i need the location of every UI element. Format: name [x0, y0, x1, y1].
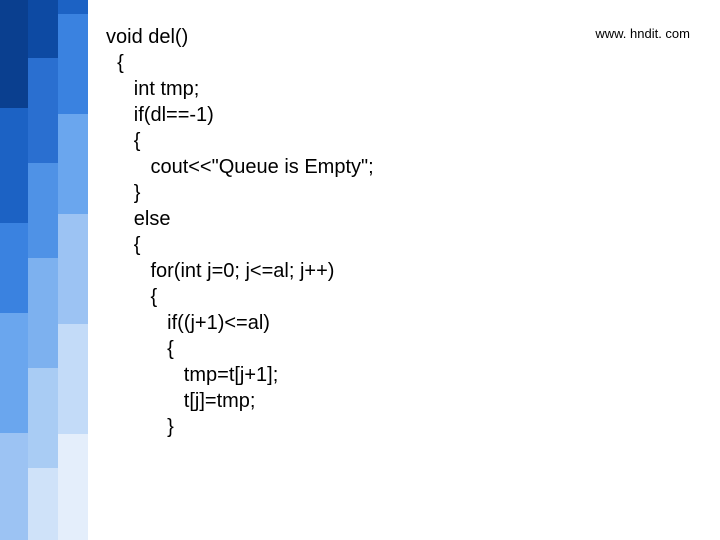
decor-block: [28, 468, 58, 540]
decor-block: [58, 434, 88, 540]
decor-block: [0, 223, 28, 313]
decor-block: [0, 108, 28, 223]
decor-block: [58, 214, 88, 324]
code-line: cout<<"Queue is Empty";: [106, 156, 374, 178]
code-block: void del() { int tmp; if(dl==-1) { cout<…: [106, 24, 374, 440]
code-line: {: [106, 130, 140, 152]
code-line: {: [106, 286, 157, 308]
decor-block: [28, 368, 58, 468]
decor-block: [58, 0, 88, 14]
code-line: if(dl==-1): [106, 104, 214, 126]
code-line: }: [106, 416, 174, 438]
decor-block: [0, 313, 28, 433]
code-line: {: [106, 338, 174, 360]
code-line: {: [106, 52, 124, 74]
code-line: tmp=t[j+1];: [106, 364, 278, 386]
decor-block: [58, 14, 88, 114]
decor-block: [28, 0, 58, 58]
decor-block: [28, 163, 58, 258]
decor-block: [58, 114, 88, 214]
watermark-text: www. hndit. com: [595, 26, 690, 41]
code-line: else: [106, 208, 170, 230]
decor-block: [28, 58, 58, 163]
decor-block: [58, 324, 88, 434]
code-line: if((j+1)<=al): [106, 312, 270, 334]
left-decor-column: [0, 0, 88, 540]
code-line: void del(): [106, 26, 188, 48]
decor-block: [0, 433, 28, 540]
code-line: }: [106, 182, 140, 204]
code-line: t[j]=tmp;: [106, 390, 255, 412]
code-line: {: [106, 234, 140, 256]
decor-block: [0, 0, 28, 108]
code-line: int tmp;: [106, 78, 199, 100]
decor-block: [28, 258, 58, 368]
code-line: for(int j=0; j<=al; j++): [106, 260, 334, 282]
